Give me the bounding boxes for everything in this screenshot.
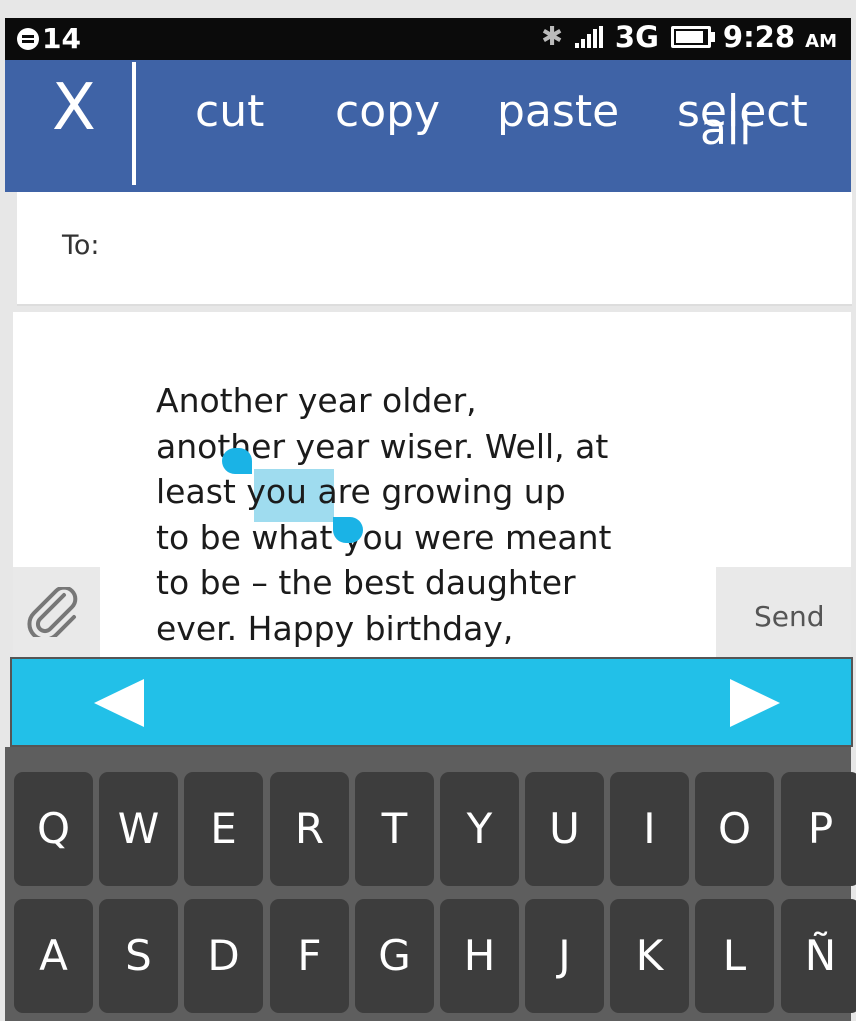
key[interactable]: P	[781, 772, 856, 886]
key[interactable]: A	[14, 899, 93, 1013]
cursor-left-icon[interactable]	[94, 679, 144, 727]
key[interactable]: K	[610, 899, 689, 1013]
select-all-label-line2: all	[700, 104, 752, 155]
selected-text[interactable]: you	[246, 472, 307, 511]
key[interactable]: R	[270, 772, 349, 886]
key[interactable]: O	[695, 772, 774, 886]
send-label: Send	[754, 600, 825, 633]
keyboard: QWERTYUIOP ASDFGHJKLÑ	[5, 747, 856, 1021]
key[interactable]: F	[270, 899, 349, 1013]
keyboard-row-1: QWERTYUIOP	[5, 772, 856, 886]
key[interactable]: H	[440, 899, 519, 1013]
keyboard-row-2: ASDFGHJKLÑ	[5, 899, 856, 1013]
key[interactable]: Q	[14, 772, 93, 886]
cursor-right-icon[interactable]	[730, 679, 780, 727]
network-type: 3G	[614, 20, 659, 54]
key[interactable]: Ñ	[781, 899, 856, 1013]
key[interactable]: I	[610, 772, 689, 886]
selection-action-bar: X cut copy paste select all	[5, 60, 851, 192]
selection-end-handle[interactable]	[333, 517, 363, 543]
copy-button[interactable]: copy	[335, 90, 440, 134]
paperclip-icon	[27, 587, 78, 637]
recipient-field[interactable]: To:	[17, 192, 852, 306]
key[interactable]: W	[99, 772, 178, 886]
key[interactable]: E	[184, 772, 263, 886]
key[interactable]: G	[355, 899, 434, 1013]
key[interactable]: S	[99, 899, 178, 1013]
cut-button[interactable]: cut	[195, 90, 264, 134]
clock-ampm: AM	[805, 31, 837, 52]
key[interactable]: D	[184, 899, 263, 1013]
attach-button[interactable]	[13, 567, 100, 657]
recipient-label: To:	[62, 230, 100, 261]
notification-count: 14	[42, 22, 81, 55]
message-bubble-icon	[17, 27, 39, 50]
signal-icon	[574, 26, 603, 48]
key[interactable]: Y	[440, 772, 519, 886]
paste-button[interactable]: paste	[497, 90, 619, 134]
bluetooth-icon: ✱	[541, 22, 563, 52]
send-button[interactable]: Send	[716, 567, 851, 657]
clock-time: 9:28	[722, 20, 796, 54]
status-bar: 14 ✱ 3G 9:28 AM	[5, 18, 851, 60]
selection-start-handle[interactable]	[222, 448, 252, 474]
key[interactable]: J	[525, 899, 604, 1013]
action-bar-divider	[132, 62, 136, 185]
key[interactable]: L	[695, 899, 774, 1013]
key[interactable]: U	[525, 772, 604, 886]
notifications-indicator[interactable]: 14	[17, 22, 81, 55]
close-selection-button[interactable]: X	[52, 76, 96, 140]
cursor-navigation-bar	[10, 657, 853, 747]
battery-fill	[675, 31, 703, 43]
message-text[interactable]: Another year older, another year wiser. …	[156, 378, 701, 651]
key[interactable]: T	[355, 772, 434, 886]
battery-icon	[670, 26, 715, 48]
